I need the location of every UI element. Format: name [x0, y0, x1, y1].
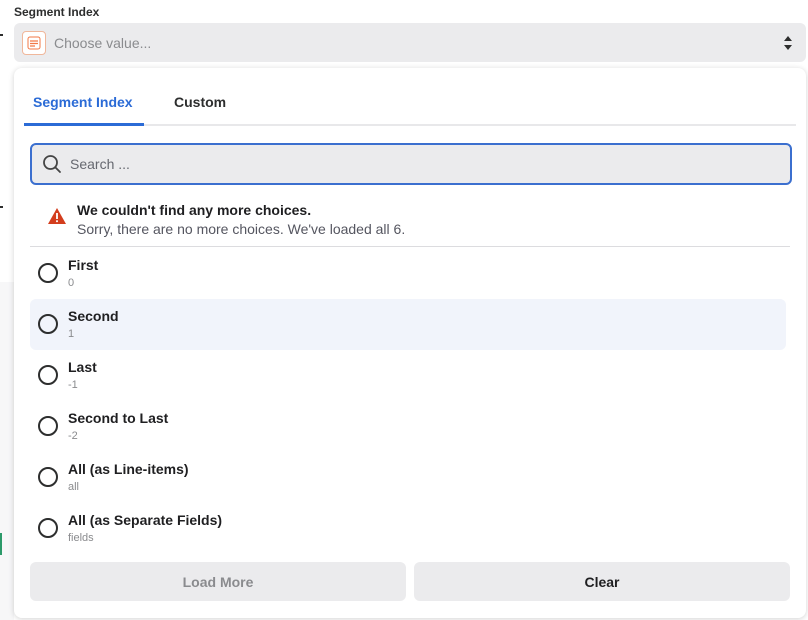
- radio-button[interactable]: [38, 263, 58, 283]
- background-tick: [0, 206, 3, 208]
- warning-triangle-icon: [48, 208, 66, 224]
- radio-button[interactable]: [38, 314, 58, 334]
- dropdown-panel: Segment Index Custom We couldn't find an…: [14, 68, 806, 618]
- select-placeholder: Choose value...: [54, 34, 152, 51]
- radio-button[interactable]: [38, 518, 58, 538]
- radio-button[interactable]: [38, 416, 58, 436]
- tab-custom[interactable]: Custom: [174, 94, 226, 110]
- option-second[interactable]: Second 1: [30, 299, 786, 350]
- field-label: Segment Index: [14, 5, 100, 19]
- options-list: First 0 Second 1 Last -1 Second to Last …: [30, 248, 786, 554]
- sort-arrows-icon: [784, 36, 792, 50]
- option-label: Second to Last: [68, 410, 169, 426]
- option-second-to-last[interactable]: Second to Last -2: [30, 401, 786, 452]
- notice-text: Sorry, there are no more choices. We've …: [77, 221, 406, 237]
- option-value: all: [68, 481, 80, 493]
- tab-segment-index[interactable]: Segment Index: [33, 94, 133, 110]
- tab-bar: Segment Index Custom: [24, 68, 796, 126]
- notice-title: We couldn't find any more choices.: [77, 202, 312, 218]
- option-label: Second: [68, 308, 119, 324]
- radio-button[interactable]: [38, 467, 58, 487]
- option-first[interactable]: First 0: [30, 248, 786, 299]
- background-green-marker: [0, 533, 2, 555]
- option-label: Last: [68, 359, 97, 375]
- formatter-app-icon: [22, 30, 46, 55]
- option-value: -1: [68, 379, 78, 391]
- option-value: fields: [68, 532, 94, 544]
- search-box[interactable]: [30, 143, 792, 185]
- value-select[interactable]: Choose value...: [14, 23, 806, 62]
- radio-button[interactable]: [38, 365, 58, 385]
- option-all-line-items[interactable]: All (as Line-items) all: [30, 452, 786, 503]
- option-label: All (as Separate Fields): [68, 512, 223, 528]
- no-more-choices-notice: We couldn't find any more choices. Sorry…: [44, 201, 784, 247]
- background-gray-area: [0, 282, 14, 620]
- background-tick: [0, 34, 3, 36]
- option-value: 0: [68, 277, 75, 289]
- option-value: -2: [68, 430, 78, 442]
- search-input[interactable]: [70, 156, 750, 172]
- active-tab-indicator: [24, 123, 144, 126]
- clear-button[interactable]: Clear: [414, 562, 790, 601]
- option-value: 1: [68, 328, 75, 340]
- search-icon: [43, 155, 61, 173]
- option-all-separate-fields[interactable]: All (as Separate Fields) fields: [30, 503, 786, 554]
- option-last[interactable]: Last -1: [30, 350, 786, 401]
- load-more-button[interactable]: Load More: [30, 562, 406, 601]
- option-label: First: [68, 257, 99, 273]
- option-label: All (as Line-items): [68, 461, 189, 477]
- divider: [30, 246, 790, 247]
